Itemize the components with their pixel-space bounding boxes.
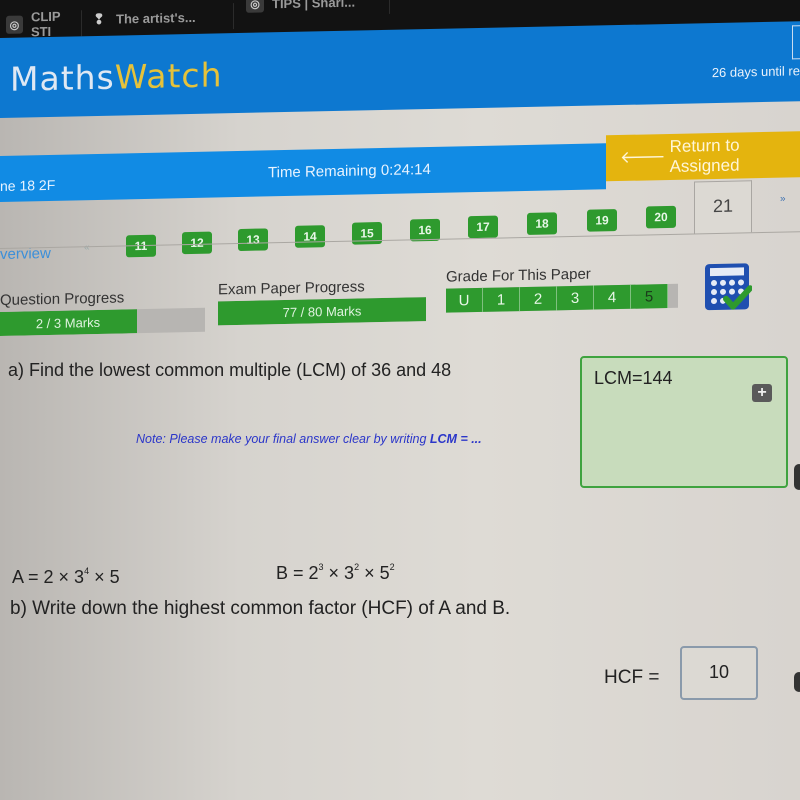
progress-row: Question Progress 2 / 3 Marks Exam Paper… — [0, 259, 800, 336]
grade-1: 1 — [483, 287, 520, 312]
mathswatch-logo[interactable]: MathsWatch — [10, 55, 223, 98]
paper-name: ne 18 2F — [0, 176, 56, 194]
tab-label: CLIP STI — [30, 8, 61, 40]
lcm-answer-box[interactable]: LCM=144 + — [580, 356, 788, 488]
grade-3: 3 — [557, 285, 594, 311]
logo-watch: Watch — [114, 55, 223, 97]
browser-tab[interactable]: ◎ CLIP STI — [0, 8, 82, 40]
question-progress-text: 2 / 3 Marks — [35, 314, 101, 331]
clip-studio-icon: ◎ — [246, 0, 264, 13]
nav-divider — [0, 231, 800, 249]
grade-label: Grade For This Paper — [446, 265, 591, 286]
question-progress-label: Question Progress — [0, 289, 125, 309]
next-page-button[interactable]: » — [780, 194, 786, 205]
question-button-20[interactable]: 20 — [646, 205, 676, 229]
prev-page-button[interactable]: « — [84, 242, 90, 253]
edge-control — [794, 464, 800, 490]
current-question-tab[interactable]: 21 — [694, 180, 752, 234]
return-button-label: Return to Assigned — [669, 135, 740, 176]
plus-icon[interactable]: + — [752, 384, 772, 402]
time-remaining: Time Remaining 0:24:14 — [268, 160, 431, 182]
answer-format-note: Note: Please make your final answer clea… — [136, 432, 482, 446]
question-progress-bar: 2 / 3 Marks — [0, 307, 205, 336]
grade-2: 2 — [520, 286, 557, 312]
calculator-allowed-icon — [705, 263, 752, 311]
header-menu-button[interactable] — [792, 25, 800, 60]
question-button-17[interactable]: 17 — [468, 215, 498, 239]
return-to-assigned-button[interactable]: 🡐 Return to Assigned — [606, 131, 800, 182]
question-button-14[interactable]: 14 — [295, 225, 325, 248]
eq-b-mid2: × 5 — [359, 563, 390, 583]
hcf-label: HCF = — [604, 667, 660, 688]
eq-b-mid: × 3 — [323, 563, 355, 583]
arrow-left-icon: 🡐 — [620, 147, 666, 168]
equation-a: A = 2 × 34 × 5 — [12, 566, 120, 588]
clip-studio-icon: ◎ — [6, 15, 23, 34]
site-header: MathsWatch 26 days until re — [0, 21, 800, 119]
eq-b-exponent-3: 2 — [389, 562, 395, 572]
days-until-countdown: 26 days until re — [711, 63, 800, 81]
exam-progress-text: 77 / 80 Marks — [282, 302, 362, 320]
exam-progress-bar: 77 / 80 Marks — [218, 297, 426, 326]
question-part-a: a) Find the lowest common multiple (LCM)… — [8, 360, 452, 380]
equation-b: B = 23 × 32 × 52 — [276, 562, 395, 584]
exam-progress-label: Exam Paper Progress — [218, 278, 365, 299]
grade-scale: U 1 2 3 4 5 — [446, 283, 678, 313]
eq-a-suffix: × 5 — [89, 567, 120, 587]
question-button-13[interactable]: 13 — [238, 228, 268, 252]
question-button-19[interactable]: 19 — [587, 209, 617, 232]
artist-icon: ❢ — [93, 10, 105, 27]
question-part-b: b) Write down the highest common factor … — [10, 598, 511, 619]
eq-b-base: B = 2 — [276, 563, 319, 583]
browser-tab[interactable]: ◎ TIPS | Shari... — [240, 0, 390, 17]
note-bold: LCM = ... — [429, 432, 482, 446]
note-text: Note: Please make your final answer clea… — [136, 432, 430, 446]
grade-5-current: 5 — [631, 284, 668, 309]
edge-control — [794, 672, 800, 692]
lcm-answer-text: LCM=144 — [594, 368, 673, 388]
grade-u: U — [446, 287, 483, 313]
browser-tab[interactable]: ❢ The artist's... — [84, 3, 234, 33]
grade-4: 4 — [594, 284, 631, 310]
hcf-answer-input[interactable]: 10 — [680, 646, 758, 700]
question-button-18[interactable]: 18 — [527, 212, 557, 235]
logo-maths: Maths — [10, 57, 115, 99]
eq-a-base: A = 2 × 3 — [12, 567, 85, 587]
tab-label: The artist's... — [116, 9, 196, 27]
tab-label: TIPS | Shari... — [272, 0, 356, 11]
